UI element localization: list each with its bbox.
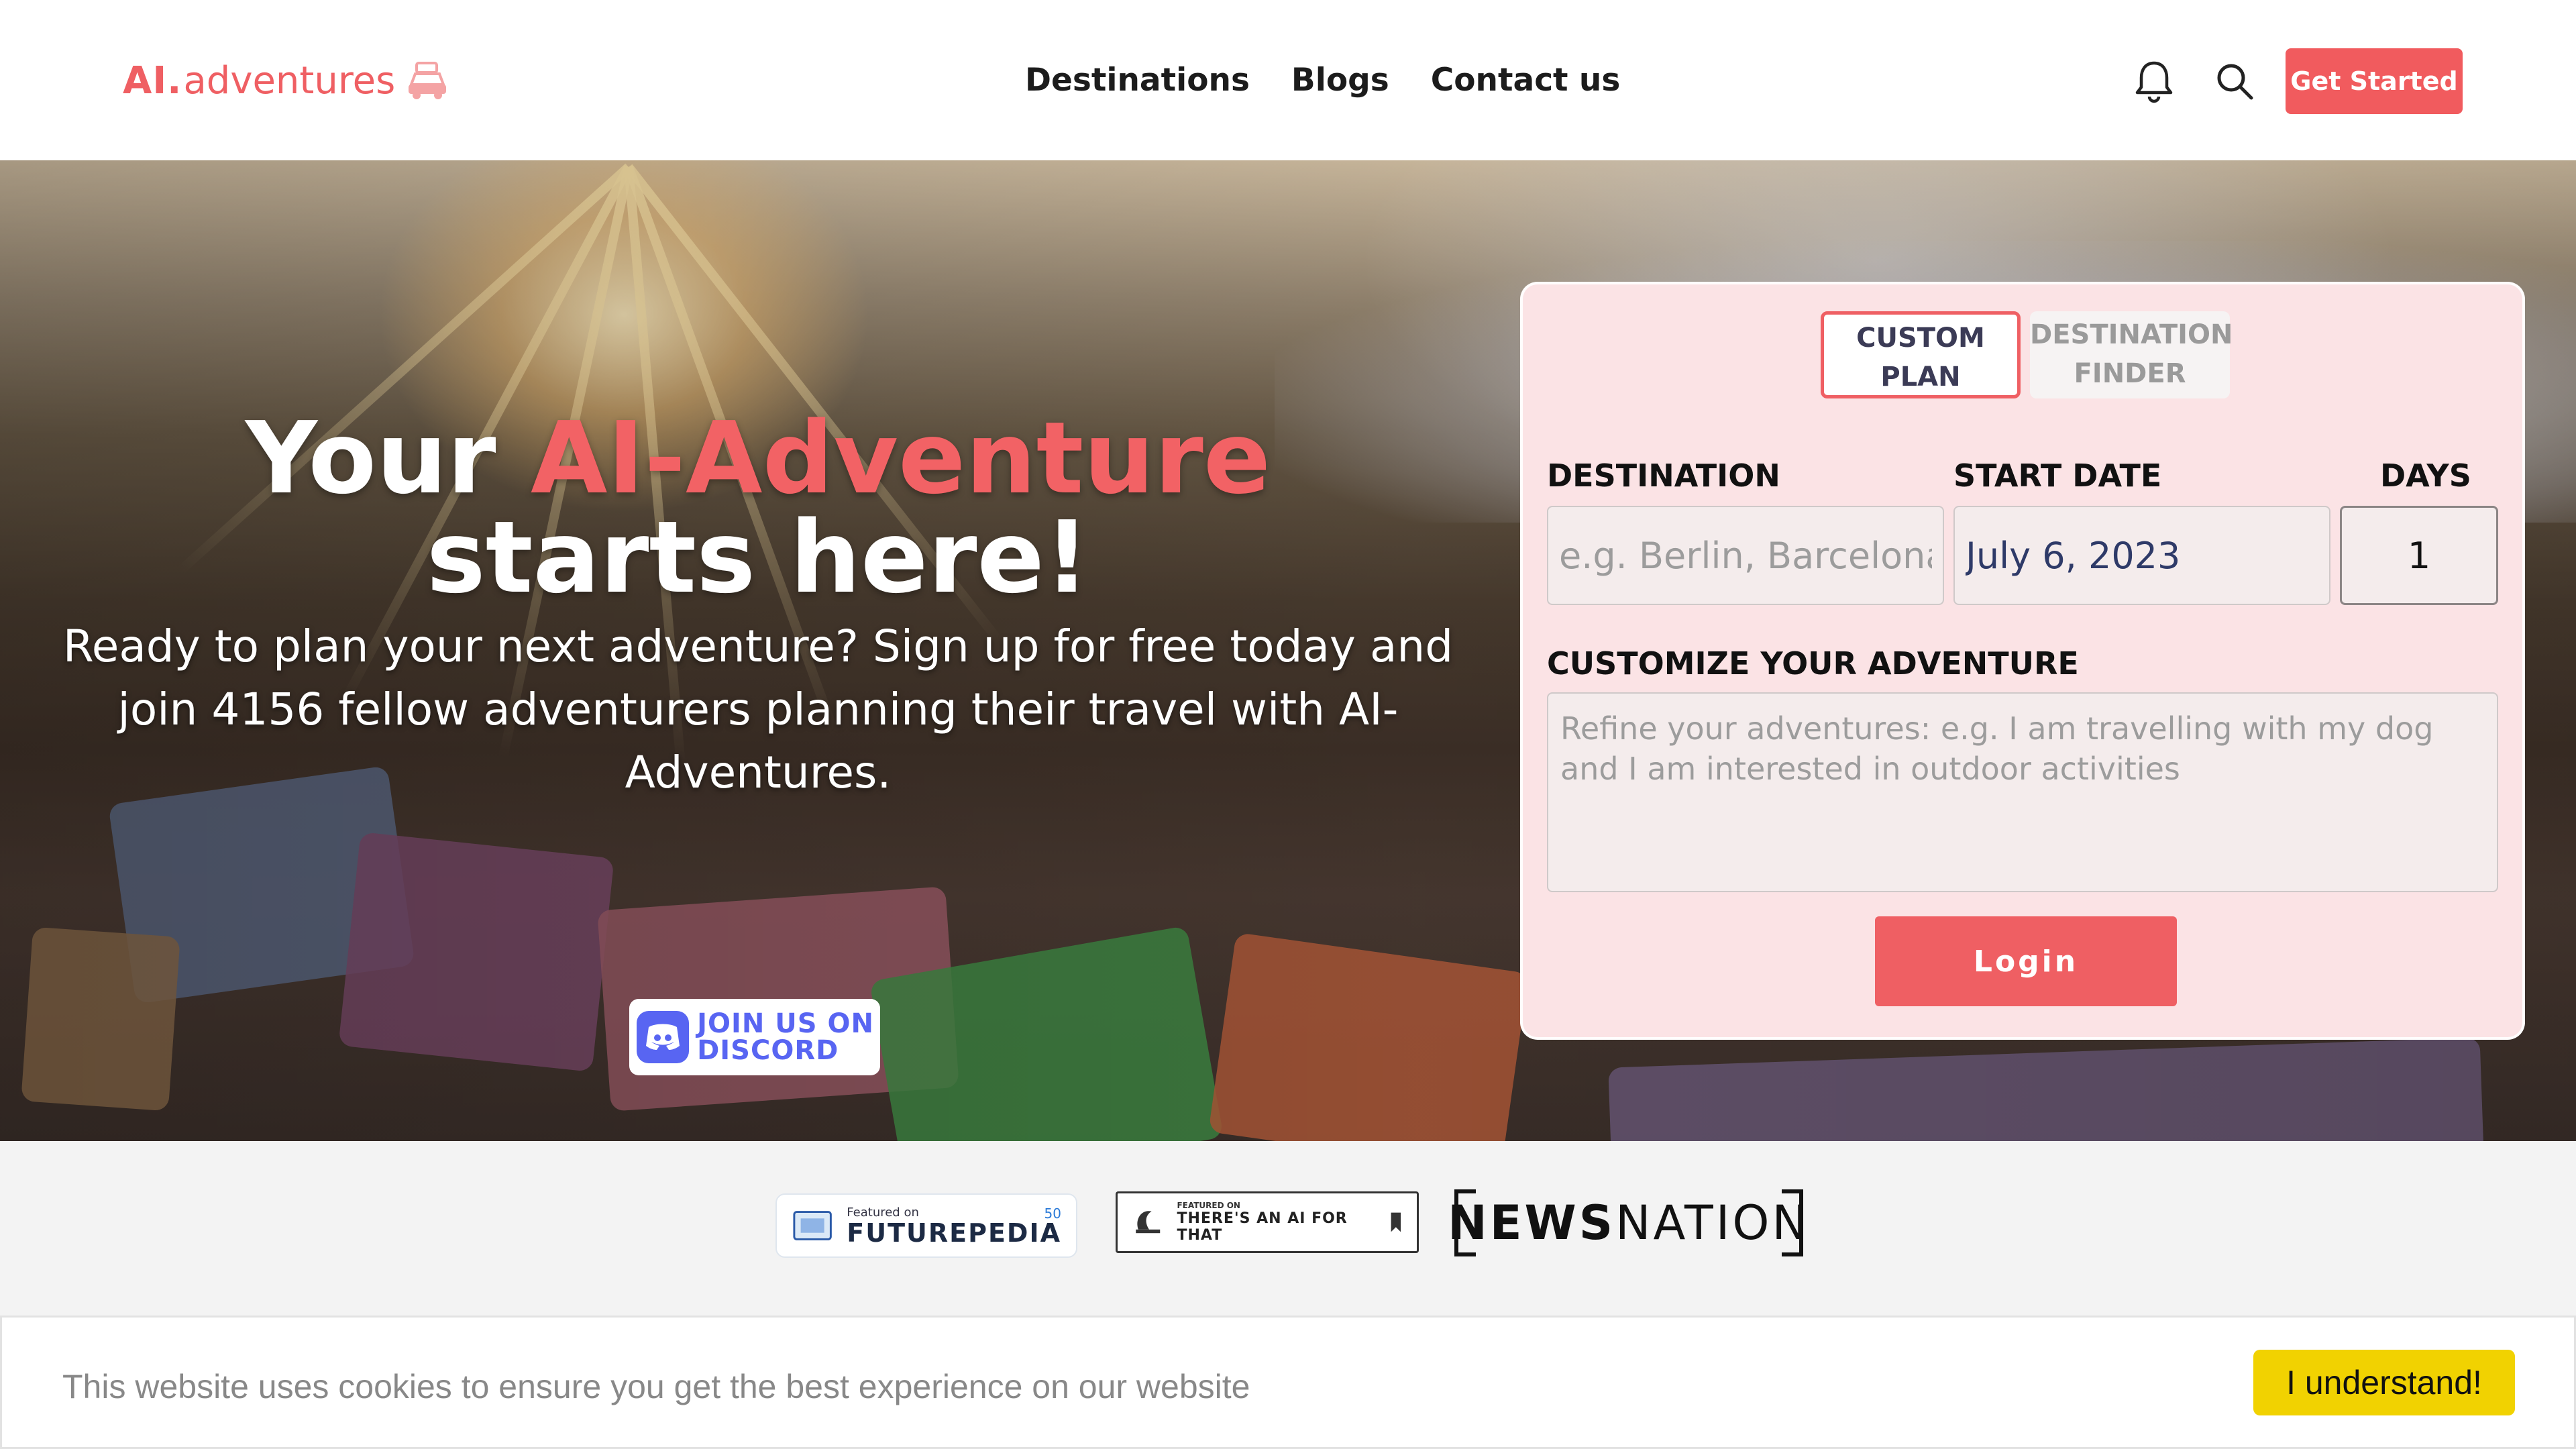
trip-planner-panel: CUSTOM PLAN DESTINATION FINDER DESTINATI… [1520, 282, 2525, 1040]
days-select[interactable]: 1 [2340, 506, 2498, 605]
hero-title-prefix: Your [245, 400, 496, 516]
start-date-input[interactable] [1953, 506, 2330, 605]
site-header: AI. adventures Destinations Blogs Contac… [0, 0, 2576, 160]
login-button[interactable]: Login [1875, 916, 2177, 1006]
discord-icon [637, 1011, 690, 1063]
futurepedia-small: Featured on [847, 1205, 919, 1220]
bookmark-icon [1391, 1212, 1401, 1232]
press-strip: Featured on FUTUREPEDIA 50 FEATURED ON T… [0, 1141, 2576, 1316]
futurepedia-icon [793, 1211, 832, 1240]
start-date-label: START DATE [1953, 458, 2162, 494]
customize-label: CUSTOMIZE YOUR ADVENTURE [1547, 645, 2079, 682]
logo-text: adventures [183, 58, 396, 103]
newsnation-badge[interactable]: NEWS NATION [1448, 1189, 1807, 1256]
logo[interactable]: AI. adventures [123, 55, 450, 106]
hero-title-suffix: starts here! [426, 500, 1090, 615]
nav-destinations[interactable]: Destinations [1025, 62, 1250, 99]
tab-destination-finder[interactable]: DESTINATION FINDER [2030, 311, 2233, 398]
destination-label: DESTINATION [1547, 458, 1780, 494]
nav-blogs[interactable]: Blogs [1291, 62, 1389, 99]
aiforthat-icon [1136, 1211, 1161, 1234]
bell-icon[interactable] [2131, 58, 2178, 105]
aiforthat-badge[interactable]: FEATURED ON THERE'S AN AI FOR THAT [1116, 1191, 1419, 1253]
get-started-button[interactable]: Get Started [2286, 48, 2463, 114]
cookie-accept-button[interactable]: I understand! [2253, 1350, 2515, 1415]
hero-title: Your AI-Adventure starts here! [67, 409, 1449, 607]
destination-input[interactable] [1547, 506, 1944, 605]
aiforthat-big: THERE'S AN AI FOR THAT [1177, 1210, 1348, 1244]
hero-title-accent: AI-Adventure [530, 400, 1271, 516]
search-icon[interactable] [2214, 60, 2255, 102]
futurepedia-badge[interactable]: Featured on FUTUREPEDIA 50 [775, 1193, 1077, 1258]
aiforthat-text: FEATURED ON THERE'S AN AI FOR THAT [1177, 1201, 1377, 1244]
cookie-banner: This website uses cookies to ensure you … [0, 1316, 2576, 1449]
discord-text: JOIN US ON DISCORD [697, 1010, 874, 1064]
discord-line2: DISCORD [697, 1035, 839, 1066]
discord-line1: JOIN US ON [697, 1008, 874, 1039]
cookie-message: This website uses cookies to ensure you … [62, 1368, 1250, 1405]
hero-section: Your AI-Adventure starts here! Ready to … [0, 160, 2576, 1141]
futurepedia-count: 50 [1044, 1205, 1061, 1222]
discord-button[interactable]: JOIN US ON DISCORD [629, 999, 880, 1075]
hero-subtitle: Ready to plan your next adventure? Sign … [62, 621, 1454, 798]
futurepedia-text: Featured on FUTUREPEDIA [847, 1205, 1061, 1246]
logo-ai: AI. [123, 58, 182, 103]
main-nav: Destinations Blogs Contact us [1025, 62, 1620, 99]
customize-textarea[interactable] [1547, 692, 2498, 892]
days-label: DAYS [2380, 458, 2471, 494]
nav-contact-us[interactable]: Contact us [1431, 62, 1621, 99]
aiforthat-small: FEATURED ON [1177, 1201, 1240, 1210]
car-icon [409, 62, 447, 99]
newsnation-news: NEWS [1448, 1195, 1616, 1250]
futurepedia-big: FUTUREPEDIA [847, 1218, 1061, 1248]
tab-custom-plan[interactable]: CUSTOM PLAN [1821, 311, 2021, 398]
newsnation-nation: NATION [1615, 1195, 1810, 1250]
